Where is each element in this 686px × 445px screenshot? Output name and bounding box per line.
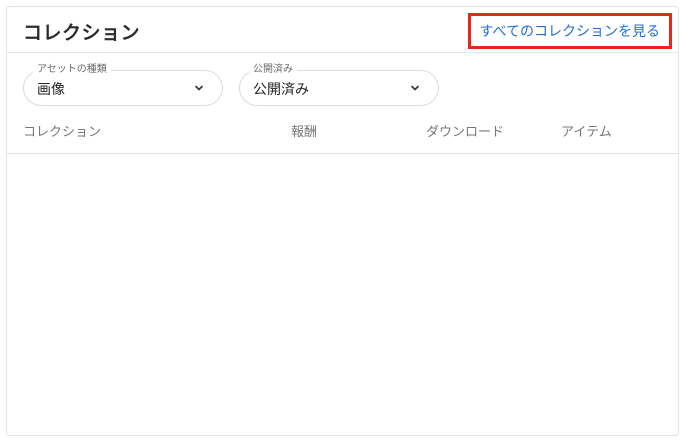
- column-header-reward[interactable]: 報酬: [291, 121, 317, 140]
- chevron-down-icon: [411, 85, 419, 91]
- view-all-collections-link[interactable]: すべてのコレクションを見る: [467, 13, 672, 49]
- publish-status-label: 公開済み: [249, 63, 297, 77]
- chevron-down-icon: [195, 85, 203, 91]
- asset-type-value: 画像: [37, 82, 65, 98]
- card-header: コレクション すべてのコレクションを見る: [7, 7, 678, 53]
- publish-status-select[interactable]: 公開済み 公開済み: [239, 63, 439, 106]
- collections-card: コレクション すべてのコレクションを見る アセットの種類 画像 公開済み 公開済…: [6, 6, 679, 436]
- page-title: コレクション: [23, 22, 141, 44]
- column-header-downloads[interactable]: ダウンロード: [426, 121, 504, 140]
- table-body: [7, 154, 678, 436]
- column-header-collection[interactable]: コレクション: [23, 121, 101, 140]
- asset-type-select[interactable]: アセットの種類 画像: [23, 63, 223, 106]
- asset-type-label: アセットの種類: [33, 63, 111, 77]
- publish-status-value: 公開済み: [253, 82, 309, 98]
- column-header-items[interactable]: アイテム: [561, 121, 612, 140]
